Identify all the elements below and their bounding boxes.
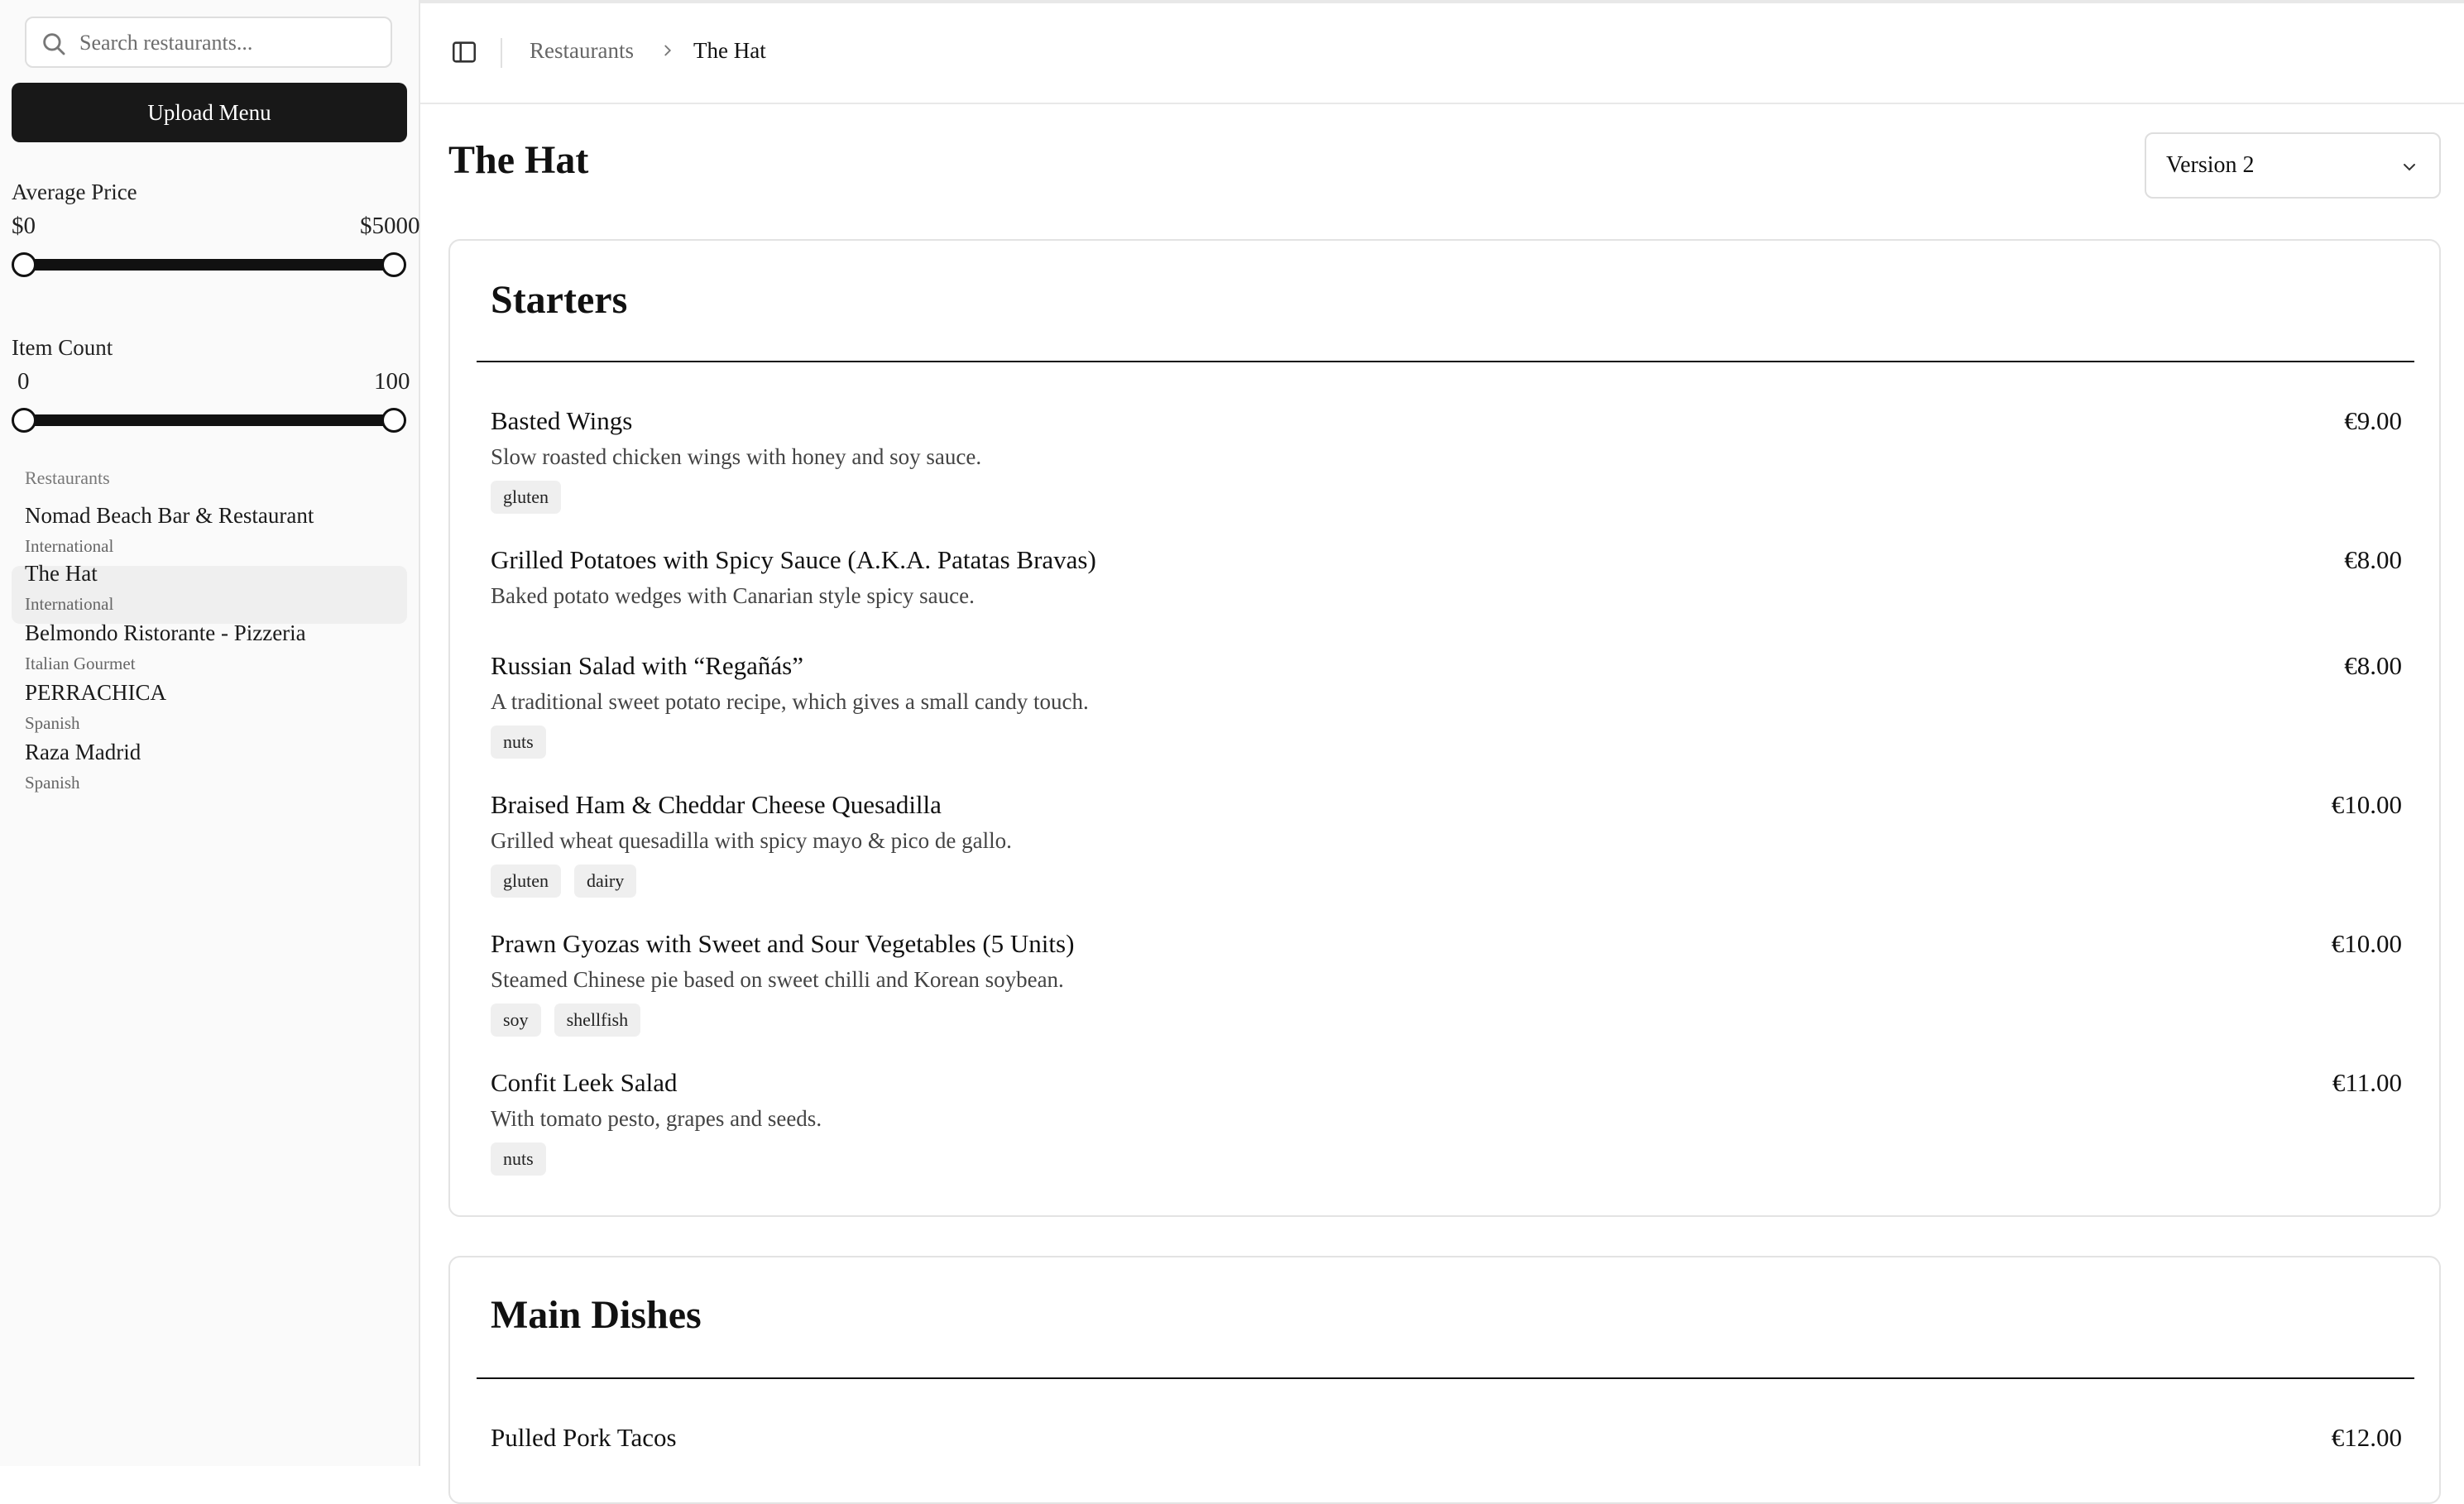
- menu-item-description: Grilled wheat quesadilla with spicy mayo…: [491, 828, 1012, 853]
- tag-list: soy shellfish: [491, 1003, 641, 1037]
- menu-item-description: Slow roasted chicken wings with honey an…: [491, 444, 982, 469]
- menu-section-starters: Starters Basted Wings €9.00 Slow roasted…: [448, 239, 2441, 1217]
- page-title: The Hat: [448, 138, 589, 182]
- menu-item-description: Steamed Chinese pie based on sweet chill…: [491, 967, 1064, 992]
- item-count-slider-track[interactable]: [23, 414, 394, 426]
- chevron-right-icon: [664, 45, 672, 56]
- restaurant-name: Belmondo Ristorante - Pizzeria: [25, 620, 306, 645]
- restaurant-name: Raza Madrid: [25, 740, 141, 764]
- item-count-max-label: 100: [374, 368, 410, 395]
- upload-menu-button[interactable]: Upload Menu: [12, 83, 407, 142]
- allergen-tag: gluten: [491, 865, 561, 898]
- restaurant-cuisine: Spanish: [25, 713, 80, 733]
- restaurant-cuisine: International: [25, 536, 114, 556]
- menu-item-price: €10.00: [2331, 790, 2402, 819]
- average-price-min-thumb[interactable]: [12, 252, 36, 277]
- tag-list: nuts: [491, 726, 546, 759]
- version-select[interactable]: Version 2: [2145, 132, 2441, 199]
- search-icon: [43, 33, 65, 55]
- item-count-min-label: 0: [17, 368, 30, 395]
- allergen-tag: shellfish: [554, 1003, 641, 1037]
- item-count-min-thumb[interactable]: [12, 408, 36, 433]
- tag-list: gluten dairy: [491, 865, 637, 898]
- restaurant-cuisine: International: [25, 594, 114, 614]
- restaurant-item-perrachica[interactable]: PERRACHICA Spanish: [12, 680, 407, 743]
- average-price-label: Average Price: [12, 180, 137, 204]
- menu-item-name: Confit Leek Salad: [491, 1068, 678, 1097]
- sidebar: Upload Menu Average Price $0 $5000 Item …: [0, 0, 420, 1466]
- menu-item-price: €10.00: [2331, 929, 2402, 958]
- allergen-tag: gluten: [491, 481, 561, 514]
- restaurant-cuisine: Spanish: [25, 773, 80, 793]
- restaurant-cuisine: Italian Gourmet: [25, 654, 136, 673]
- restaurant-name: The Hat: [25, 561, 98, 586]
- menu-item-name: Grilled Potatoes with Spicy Sauce (A.K.A…: [491, 545, 1096, 574]
- restaurant-item-raza-madrid[interactable]: Raza Madrid Spanish: [12, 740, 407, 802]
- menu-section-main-dishes: Main Dishes Pulled Pork Tacos €12.00: [448, 1256, 2441, 1504]
- section-divider: [477, 361, 2414, 362]
- menu-item-price: €8.00: [2344, 545, 2402, 574]
- item-count-max-thumb[interactable]: [381, 408, 406, 433]
- toolbar-divider: [501, 38, 502, 68]
- chevron-down-icon: [2404, 164, 2415, 171]
- menu-item-price: €12.00: [2331, 1423, 2402, 1452]
- menu-item-name: Pulled Pork Tacos: [491, 1423, 677, 1452]
- menu-item-description: Baked potato wedges with Canarian style …: [491, 583, 975, 608]
- average-price-max-label: $5000: [360, 213, 420, 239]
- restaurant-item-the-hat[interactable]: The Hat International: [12, 561, 407, 624]
- menu-item-description: With tomato pesto, grapes and seeds.: [491, 1106, 822, 1131]
- average-price-min-label: $0: [12, 213, 36, 239]
- allergen-tag: nuts: [491, 726, 546, 759]
- menu-item-price: €8.00: [2344, 651, 2402, 680]
- tag-list: gluten: [491, 481, 561, 514]
- breadcrumb-restaurants-link[interactable]: Restaurants: [530, 38, 634, 64]
- top-bar: Restaurants The Hat: [420, 3, 2464, 104]
- allergen-tag: dairy: [574, 865, 637, 898]
- average-price-slider-track[interactable]: [23, 259, 394, 271]
- menu-item-name: Braised Ham & Cheddar Cheese Quesadilla: [491, 790, 942, 819]
- section-title: Starters: [491, 278, 628, 322]
- item-count-label: Item Count: [12, 335, 113, 360]
- average-price-max-thumb[interactable]: [381, 252, 406, 277]
- allergen-tag: nuts: [491, 1142, 546, 1176]
- menu-item-name: Prawn Gyozas with Sweet and Sour Vegetab…: [491, 929, 1075, 958]
- menu-item-price: €9.00: [2344, 406, 2402, 435]
- restaurant-name: PERRACHICA: [25, 680, 167, 705]
- version-select-value: Version 2: [2166, 152, 2255, 178]
- section-title: Main Dishes: [491, 1293, 702, 1337]
- allergen-tag: soy: [491, 1003, 541, 1037]
- restaurants-header: Restaurants: [25, 467, 110, 488]
- search-box[interactable]: [25, 17, 392, 68]
- restaurant-name: Nomad Beach Bar & Restaurant: [25, 503, 314, 528]
- menu-item-price: €11.00: [2332, 1068, 2402, 1097]
- menu-item-name: Russian Salad with “Regañás”: [491, 651, 803, 680]
- restaurant-item-belmondo[interactable]: Belmondo Ristorante - Pizzeria Italian G…: [12, 620, 407, 683]
- breadcrumb-current: The Hat: [693, 38, 766, 63]
- search-input[interactable]: [78, 25, 379, 61]
- restaurant-item-nomad[interactable]: Nomad Beach Bar & Restaurant Internation…: [12, 503, 407, 566]
- sidebar-toggle-icon[interactable]: [450, 38, 478, 66]
- section-divider: [477, 1377, 2414, 1379]
- menu-item-description: A traditional sweet potato recipe, which…: [491, 689, 1089, 714]
- tag-list: nuts: [491, 1142, 546, 1176]
- menu-item-name: Basted Wings: [491, 406, 633, 435]
